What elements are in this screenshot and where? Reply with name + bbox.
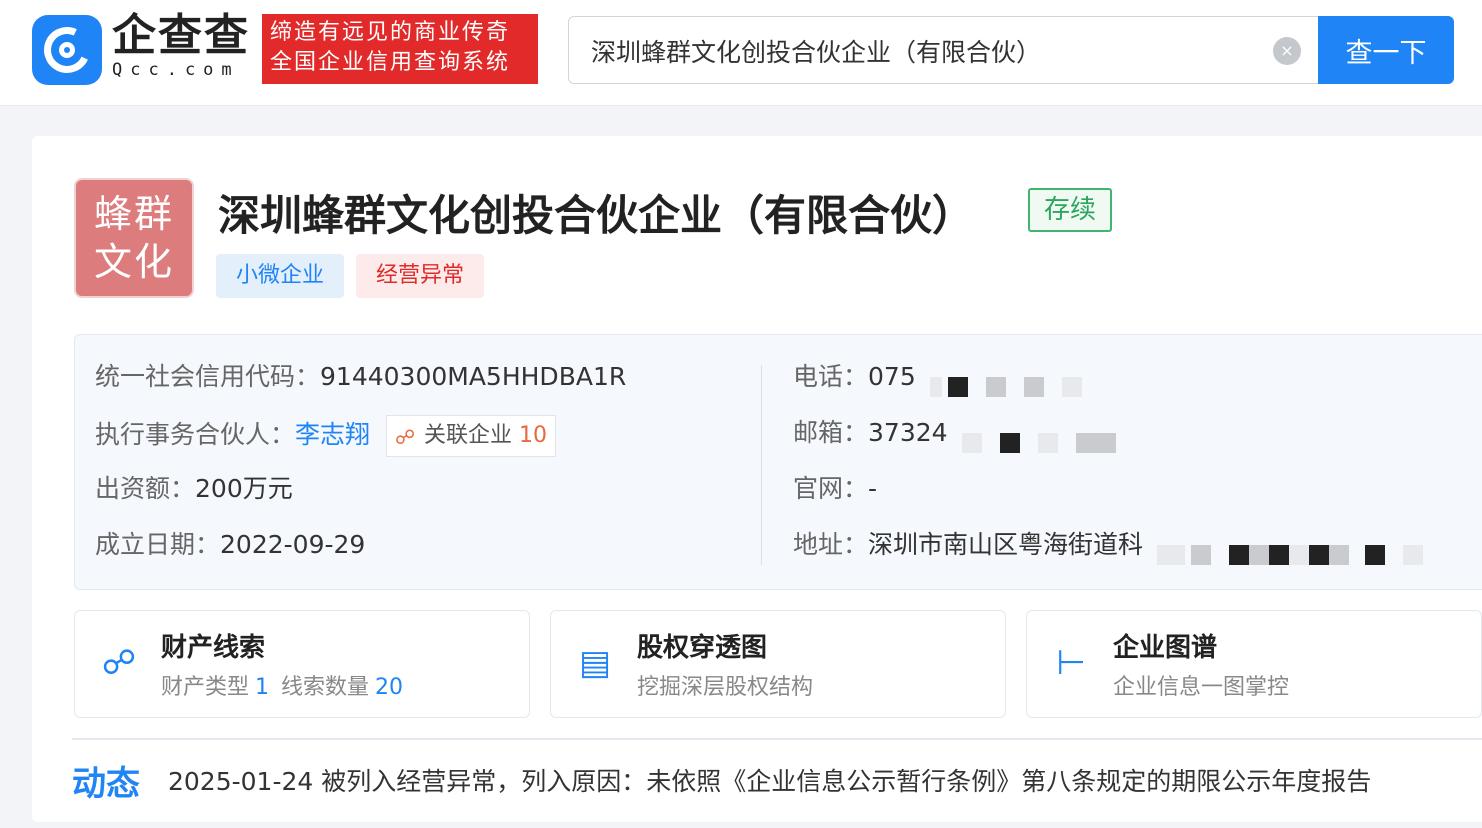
address-label: 地址： xyxy=(793,530,869,559)
capital-row: 出资额：200万元 xyxy=(95,471,293,507)
phone-value[interactable]: 075 xyxy=(868,362,916,391)
feature-title: 企业图谱 xyxy=(1113,633,1218,663)
search-input[interactable] xyxy=(591,33,1261,69)
company-card: 蜂群 文化 深圳蜂群文化创投合伙企业（有限合伙） 存续 小微企业 经营异常 统一… xyxy=(32,136,1482,822)
clue-count[interactable]: 20 xyxy=(375,675,403,700)
clear-icon[interactable]: × xyxy=(1273,37,1301,65)
feature-equity-chart[interactable]: ▤ 股权穿透图 挖掘深层股权结构 xyxy=(550,610,1006,718)
property-type-count[interactable]: 1 xyxy=(255,675,269,700)
partner-label: 执行事务合伙人： xyxy=(95,420,296,449)
email-mask xyxy=(961,424,1134,453)
partner-row: 执行事务合伙人：李志翔 ☍ 关联企业 10 xyxy=(95,415,556,457)
property-clues-icon: ☍ xyxy=(101,643,137,683)
company-logo: 蜂群 文化 xyxy=(74,178,194,298)
credit-code-label: 统一社会信用代码： xyxy=(95,362,321,391)
website-label: 官网： xyxy=(793,474,869,503)
slogan-line-2: 全国企业信用查询系统 xyxy=(270,50,511,75)
website-row: 官网：- xyxy=(793,471,877,507)
news-title: 动态 xyxy=(72,764,140,804)
clue-count-label: 线索数量 xyxy=(281,675,370,700)
email-label: 邮箱： xyxy=(793,418,869,447)
company-logo-line-2: 文化 xyxy=(94,240,175,284)
feature-property-clues[interactable]: ☍ 财产线索 财产类型 1 线索数量 20 xyxy=(74,610,530,718)
brand-wordmark[interactable]: 企查查 Qcc.com xyxy=(112,10,250,81)
qcc-logo-icon[interactable] xyxy=(32,15,102,85)
tag-abnormal-operation[interactable]: 经营异常 xyxy=(356,254,484,298)
brand-name-cn: 企查查 xyxy=(112,10,250,61)
date-label: 成立日期： xyxy=(95,530,221,559)
feature-company-graph[interactable]: ⊢ 企业图谱 企业信息一图掌控 xyxy=(1026,610,1482,718)
logo-dot xyxy=(59,42,75,58)
feature-subtitle: 企业信息一图掌控 xyxy=(1113,675,1290,700)
phone-mask xyxy=(929,368,1082,397)
news-divider xyxy=(72,738,1482,740)
company-logo-line-1: 蜂群 xyxy=(94,192,175,236)
equity-structure-icon: ▤ xyxy=(578,643,612,683)
phone-row: 电话：075 xyxy=(793,359,1082,397)
related-label: 关联企业 xyxy=(423,423,512,448)
phone-label: 电话： xyxy=(793,362,869,391)
tag-small-enterprise[interactable]: 小微企业 xyxy=(216,254,344,298)
capital-label: 出资额： xyxy=(95,474,196,503)
info-divider xyxy=(761,365,762,565)
related-companies-button[interactable]: ☍ 关联企业 10 xyxy=(385,415,556,457)
email-value[interactable]: 37324 xyxy=(868,418,948,447)
feature-title: 财产线索 xyxy=(161,633,266,663)
status-badge: 存续 xyxy=(1028,188,1112,232)
partner-link[interactable]: 李志翔 xyxy=(295,420,370,449)
related-count: 10 xyxy=(519,423,547,448)
address-value[interactable]: 深圳市南山区粤海街道科 xyxy=(868,530,1143,559)
news-text[interactable]: 2025-01-24 被列入经营异常，列入原因：未依照《企业信息公示暂行条例》第… xyxy=(168,762,1371,798)
email-row: 邮箱：37324 xyxy=(793,415,1134,453)
search-button[interactable]: 查一下 xyxy=(1318,16,1454,84)
feature-title: 股权穿透图 xyxy=(637,633,768,663)
info-panel: 统一社会信用代码：91440300MA5HHDBA1R 执行事务合伙人：李志翔 … xyxy=(74,334,1482,590)
feature-subtitle: 挖掘深层股权结构 xyxy=(637,675,814,700)
address-row: 地址：深圳市南山区粤海街道科 xyxy=(793,527,1441,565)
top-header: 企查查 Qcc.com 缔造有远见的商业传奇 全国企业信用查询系统 × 查一下 xyxy=(0,0,1482,106)
credit-code-row: 统一社会信用代码：91440300MA5HHDBA1R xyxy=(95,359,626,395)
website-value: - xyxy=(868,474,878,503)
date-row: 成立日期：2022-09-29 xyxy=(95,527,365,563)
search-box: × xyxy=(568,16,1320,84)
feature-subtitle: 财产类型 1 线索数量 20 xyxy=(161,669,415,701)
company-graph-icon: ⊢ xyxy=(1056,643,1086,683)
slogan-line-1: 缔造有远见的商业传奇 xyxy=(270,20,511,45)
brand-name-en: Qcc.com xyxy=(112,60,240,80)
credit-code-value[interactable]: 91440300MA5HHDBA1R xyxy=(320,362,626,391)
capital-value: 200万元 xyxy=(195,474,293,503)
property-type-label: 财产类型 xyxy=(161,675,250,700)
address-mask xyxy=(1156,536,1441,565)
company-name: 深圳蜂群文化创投合伙企业（有限合伙） xyxy=(218,191,975,240)
date-value: 2022-09-29 xyxy=(220,530,366,559)
slogan-banner: 缔造有远见的商业传奇 全国企业信用查询系统 xyxy=(262,14,538,84)
related-network-icon: ☍ xyxy=(394,425,416,449)
